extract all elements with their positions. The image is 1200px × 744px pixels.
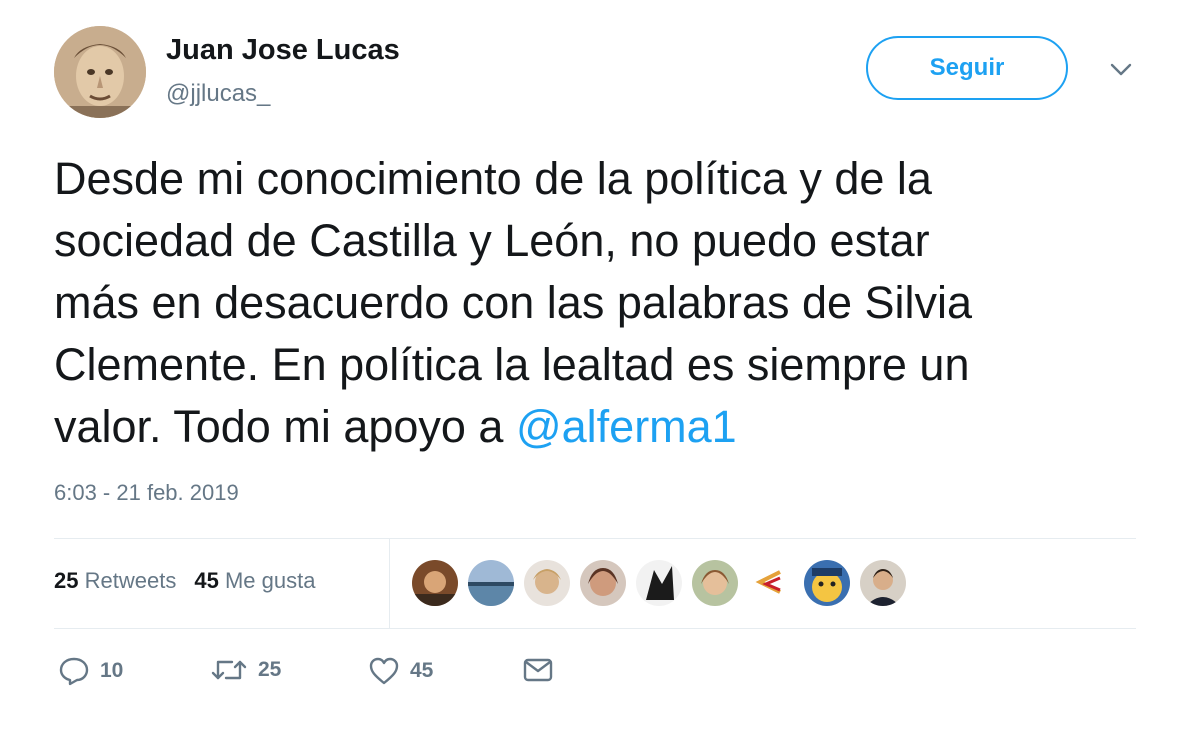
likes-count: 45: [194, 568, 219, 593]
retweet-count: 25: [258, 658, 282, 681]
tweet-line: sociedad de Castilla y León, no puedo es…: [54, 215, 930, 266]
like-count: 45: [410, 659, 434, 682]
reply-icon: [58, 656, 90, 686]
retweet-icon: [210, 656, 248, 684]
heart-icon: [368, 656, 400, 686]
liker-avatar[interactable]: [580, 560, 626, 606]
divider-vertical: [389, 539, 390, 628]
liker-avatar[interactable]: [468, 560, 514, 606]
tweet-line: más en desacuerdo con las palabras de Si…: [54, 277, 973, 328]
chevron-down-icon[interactable]: [1106, 58, 1136, 82]
retweets-label: Retweets: [84, 568, 177, 593]
mail-icon: [522, 656, 554, 684]
tweet-text: Desde mi conocimiento de la política y d…: [54, 148, 1154, 458]
divider: [54, 538, 1136, 539]
engagement-stats: 25 Retweets 45 Me gusta: [54, 568, 315, 594]
tweet-line: valor. Todo mi apoyo a: [54, 401, 516, 452]
reply-count: 10: [100, 659, 124, 682]
retweet-button[interactable]: 25: [210, 656, 281, 684]
liker-avatar[interactable]: [524, 560, 570, 606]
reply-button[interactable]: 10: [58, 656, 123, 686]
author-name[interactable]: Juan Jose Lucas: [166, 34, 400, 67]
liker-avatar[interactable]: [860, 560, 906, 606]
mention-link[interactable]: @alferma1: [516, 401, 737, 452]
liker-avatar[interactable]: [692, 560, 738, 606]
likes-label: Me gusta: [224, 568, 316, 593]
liker-avatar[interactable]: [804, 560, 850, 606]
tweet-timestamp[interactable]: 6:03 - 21 feb. 2019: [54, 480, 239, 506]
divider: [54, 628, 1136, 629]
likes-stat[interactable]: 45 Me gusta: [194, 568, 315, 594]
likers-avatars: [412, 560, 906, 606]
liker-avatar[interactable]: [748, 560, 794, 606]
author-avatar[interactable]: [54, 26, 146, 118]
like-button[interactable]: 45: [368, 656, 433, 686]
tweet-line: Clemente. En política la lealtad es siem…: [54, 339, 970, 390]
direct-message-button[interactable]: [522, 656, 554, 684]
liker-avatar[interactable]: [412, 560, 458, 606]
retweets-count: 25: [54, 568, 79, 593]
tweet-line: Desde mi conocimiento de la política y d…: [54, 153, 932, 204]
tweet-line-last: valor. Todo mi apoyo a @alferma1: [54, 396, 1154, 458]
author-handle[interactable]: @jjlucas_: [166, 80, 270, 108]
follow-button[interactable]: Seguir: [866, 36, 1068, 100]
liker-avatar[interactable]: [636, 560, 682, 606]
retweets-stat[interactable]: 25 Retweets: [54, 568, 176, 594]
